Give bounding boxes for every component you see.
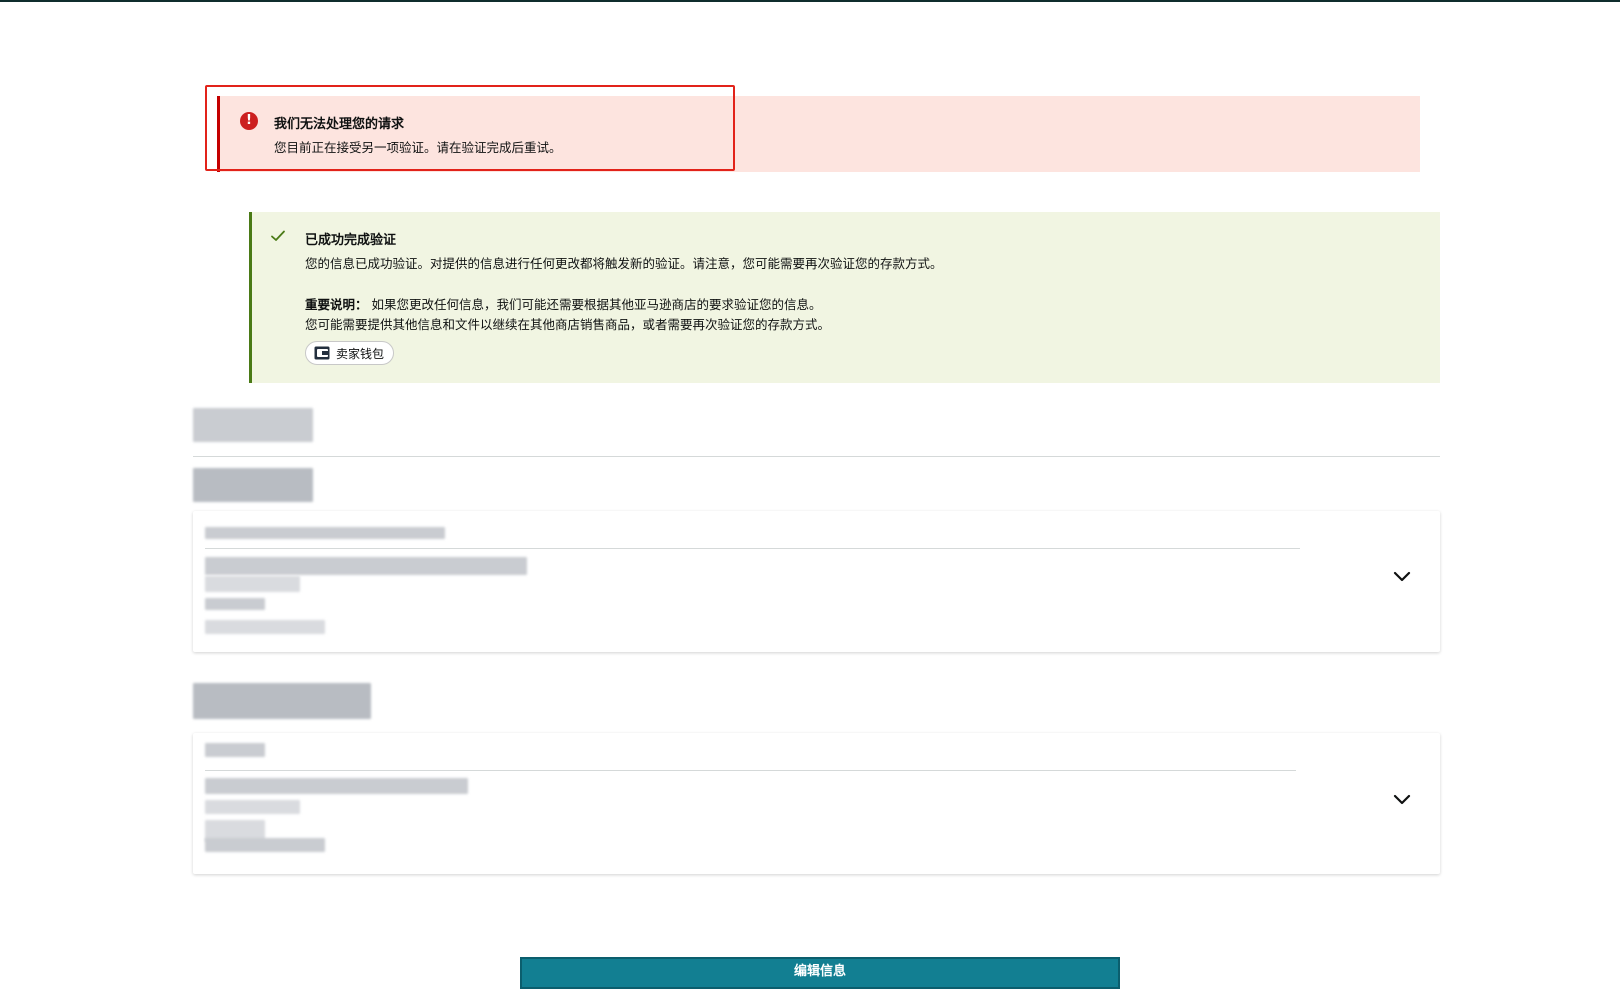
- important-note-label: 重要说明：: [305, 297, 368, 312]
- blurred-text-line: [205, 743, 265, 757]
- important-note: 重要说明： 如果您更改任何信息，我们可能还需要根据其他亚马逊商店的要求验证您的信…: [305, 294, 822, 313]
- success-title: 已成功完成验证: [305, 233, 397, 248]
- card-divider: [205, 548, 1300, 549]
- important-note-text: 如果您更改任何信息，我们可能还需要根据其他亚马逊商店的要求验证您的信息。: [367, 297, 822, 312]
- blurred-text-line: [205, 598, 265, 610]
- edit-info-button[interactable]: 编辑信息: [520, 957, 1120, 989]
- blurred-text-line: [205, 838, 325, 852]
- blurred-text-line: [205, 778, 468, 794]
- info-card-2: [193, 733, 1440, 874]
- wallet-icon: [314, 346, 330, 360]
- blurred-heading: [193, 408, 313, 442]
- check-icon: [271, 230, 285, 241]
- blurred-text-line: [205, 620, 325, 634]
- blurred-text-line: [205, 576, 300, 592]
- blurred-text-line: [205, 527, 445, 539]
- section-divider: [193, 456, 1440, 457]
- success-alert-accent: [249, 212, 252, 383]
- blurred-subheading: [193, 468, 313, 502]
- blurred-text-line: [205, 800, 300, 814]
- chevron-down-icon[interactable]: [1393, 571, 1411, 583]
- blurred-text-line: [205, 557, 527, 575]
- important-note-secondary: 您可能需要提供其他信息和文件以继续在其他商店销售商品，或者需要再次验证您的存款方…: [305, 317, 831, 332]
- seller-wallet-label: 卖家钱包: [336, 346, 385, 361]
- success-message: 您的信息已成功验证。对提供的信息进行任何更改都将触发新的验证。请注意，您可能需要…: [305, 256, 943, 271]
- chevron-down-icon[interactable]: [1393, 794, 1411, 806]
- card-divider: [205, 770, 1296, 771]
- top-bar: [0, 0, 1620, 2]
- error-highlight-box: [205, 85, 735, 171]
- seller-wallet-button[interactable]: 卖家钱包: [305, 341, 395, 365]
- blurred-heading: [193, 683, 371, 719]
